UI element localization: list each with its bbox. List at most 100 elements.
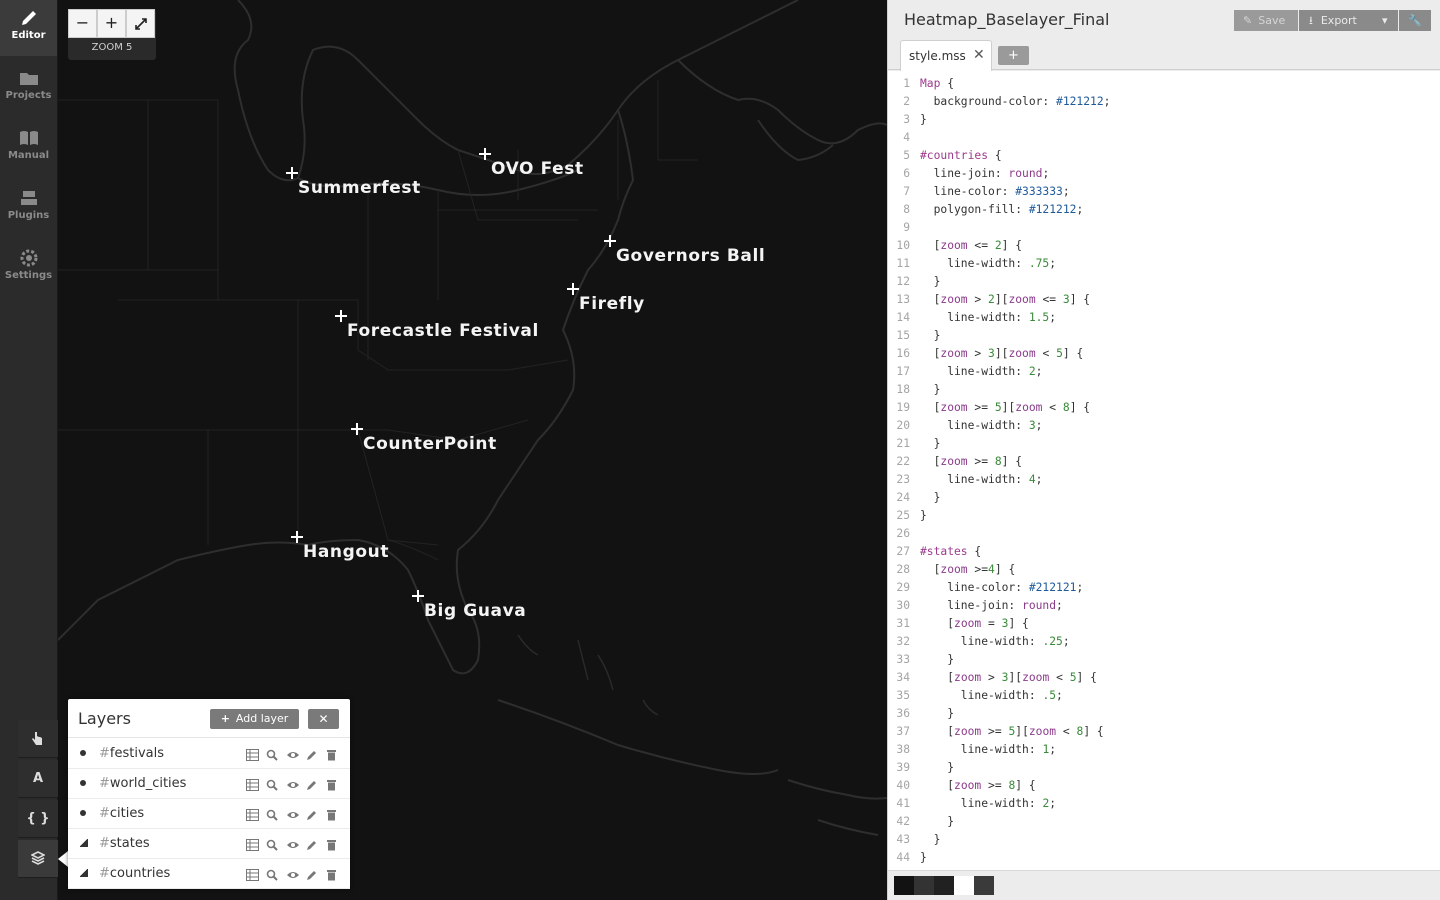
layer-actions [246, 746, 346, 762]
code-line: 18 } [888, 381, 1440, 399]
layer-name-text: world_cities [109, 776, 187, 791]
edit-icon[interactable] [306, 806, 322, 822]
code-line: 8 polygon-fill: #121212; [888, 201, 1440, 219]
code-line: 32 line-width: .25; [888, 633, 1440, 651]
eye-icon[interactable] [286, 836, 302, 852]
festival-label: Governors Ball [616, 246, 766, 266]
layer-actions [246, 866, 346, 882]
code-line: 26 [888, 525, 1440, 543]
eye-icon[interactable] [286, 806, 302, 822]
code-text: [zoom >= 8] { [920, 779, 1036, 792]
color-palette [888, 870, 1440, 900]
layer-hash: # [99, 776, 110, 791]
add-layer-button[interactable]: + Add layer [210, 709, 299, 729]
pencil-icon [21, 11, 36, 25]
sidebar-item-plugins[interactable]: Plugins [0, 180, 57, 236]
sidebar-item-settings[interactable]: Settings [0, 240, 57, 296]
edit-icon[interactable] [306, 866, 322, 882]
code-line: 35 line-width: .5; [888, 687, 1440, 705]
code-text: [zoom > 3][zoom < 5] { [920, 347, 1084, 360]
docs-button[interactable]: { } [18, 800, 58, 838]
hand-tool-button[interactable] [18, 720, 58, 758]
table-icon[interactable] [246, 776, 262, 792]
add-tab-button[interactable]: + [998, 46, 1029, 65]
app-sidebar: Editor Projects Manual Plugins Settings … [0, 0, 58, 900]
layer-row[interactable]: #festivals [68, 739, 350, 769]
fonts-button[interactable]: A [18, 760, 58, 798]
search-icon[interactable] [266, 866, 282, 882]
table-icon[interactable] [246, 836, 262, 852]
trash-icon[interactable] [326, 776, 342, 792]
layers-button[interactable] [18, 840, 58, 878]
line-number: 33 [896, 653, 910, 666]
code-text: [zoom > 2][zoom <= 3] { [920, 293, 1091, 306]
trash-icon[interactable] [326, 746, 342, 762]
tools-button[interactable]: 🔧 [1399, 10, 1431, 31]
code-line: 4 [888, 129, 1440, 147]
layer-row[interactable]: #cities [68, 799, 350, 829]
edit-icon[interactable] [306, 746, 322, 762]
plus-icon [478, 147, 492, 161]
trash-icon[interactable] [326, 836, 342, 852]
search-icon[interactable] [266, 776, 282, 792]
line-number: 41 [896, 797, 910, 810]
color-swatch[interactable] [894, 876, 914, 895]
code-editor[interactable]: 1 Map {2 background-color: #121212; 3} 4 5 #c… [888, 71, 1440, 870]
table-icon[interactable] [246, 866, 262, 882]
layer-row[interactable]: #world_cities [68, 769, 350, 799]
close-layers-button[interactable]: ✕ [308, 709, 339, 729]
trash-icon[interactable] [326, 866, 342, 882]
edit-icon[interactable] [306, 776, 322, 792]
pencil-icon: ✎ [1243, 14, 1253, 27]
line-number: 44 [896, 851, 910, 864]
line-number: 42 [896, 815, 910, 828]
project-title: Heatmap_Baselayer_Final [904, 10, 1110, 29]
edit-icon[interactable] [306, 836, 322, 852]
code-line: 17 line-width: 2; [888, 363, 1440, 381]
color-swatch[interactable] [974, 876, 994, 895]
tab-label: style.mss [909, 49, 966, 63]
layer-actions [246, 836, 346, 852]
search-icon[interactable] [266, 836, 282, 852]
hand-pointer-icon [32, 732, 42, 745]
layer-hash: # [99, 746, 110, 761]
fullscreen-button[interactable] [126, 9, 155, 38]
code-line: 3} [888, 111, 1440, 129]
sidebar-item-editor[interactable]: Editor [0, 0, 57, 56]
layer-row[interactable]: #countries [68, 859, 350, 889]
eye-icon[interactable] [286, 866, 302, 882]
festival-label: Firefly [579, 294, 645, 314]
zoom-out-button[interactable]: − [68, 9, 97, 38]
color-swatch[interactable] [914, 876, 934, 895]
layer-hash: # [99, 806, 110, 821]
zoom-control: − + ZOOM 5 [68, 9, 156, 60]
panel-caret [58, 851, 68, 867]
tab-style-mss[interactable]: style.mss ✕ [900, 40, 992, 71]
eye-icon[interactable] [286, 746, 302, 762]
festival-label: OVO Fest [491, 159, 584, 179]
layer-hash: # [99, 866, 110, 881]
color-swatch[interactable] [954, 876, 974, 895]
line-number: 21 [896, 437, 910, 450]
sidebar-item-manual[interactable]: Manual [0, 120, 57, 176]
line-number: 18 [896, 383, 910, 396]
trash-icon[interactable] [326, 806, 342, 822]
close-tab-icon[interactable]: ✕ [973, 47, 985, 63]
sidebar-item-projects[interactable]: Projects [0, 60, 57, 116]
table-icon[interactable] [246, 746, 262, 762]
code-line: 31 [zoom = 3] { [888, 615, 1440, 633]
save-button[interactable]: ✎ Save [1234, 10, 1298, 31]
color-swatch[interactable] [934, 876, 954, 895]
code-text: } [920, 275, 941, 288]
code-text: } [920, 509, 927, 522]
zoom-in-button[interactable]: + [97, 9, 126, 38]
search-icon[interactable] [266, 806, 282, 822]
table-icon[interactable] [246, 806, 262, 822]
export-button[interactable]: ⭳ Export ▾ [1299, 10, 1398, 31]
eye-icon[interactable] [286, 776, 302, 792]
code-text: #states { [920, 545, 982, 558]
search-icon[interactable] [266, 746, 282, 762]
sidebar-item-label: Settings [4, 270, 53, 281]
layer-row[interactable]: #states [68, 829, 350, 859]
line-number: 23 [896, 473, 910, 486]
